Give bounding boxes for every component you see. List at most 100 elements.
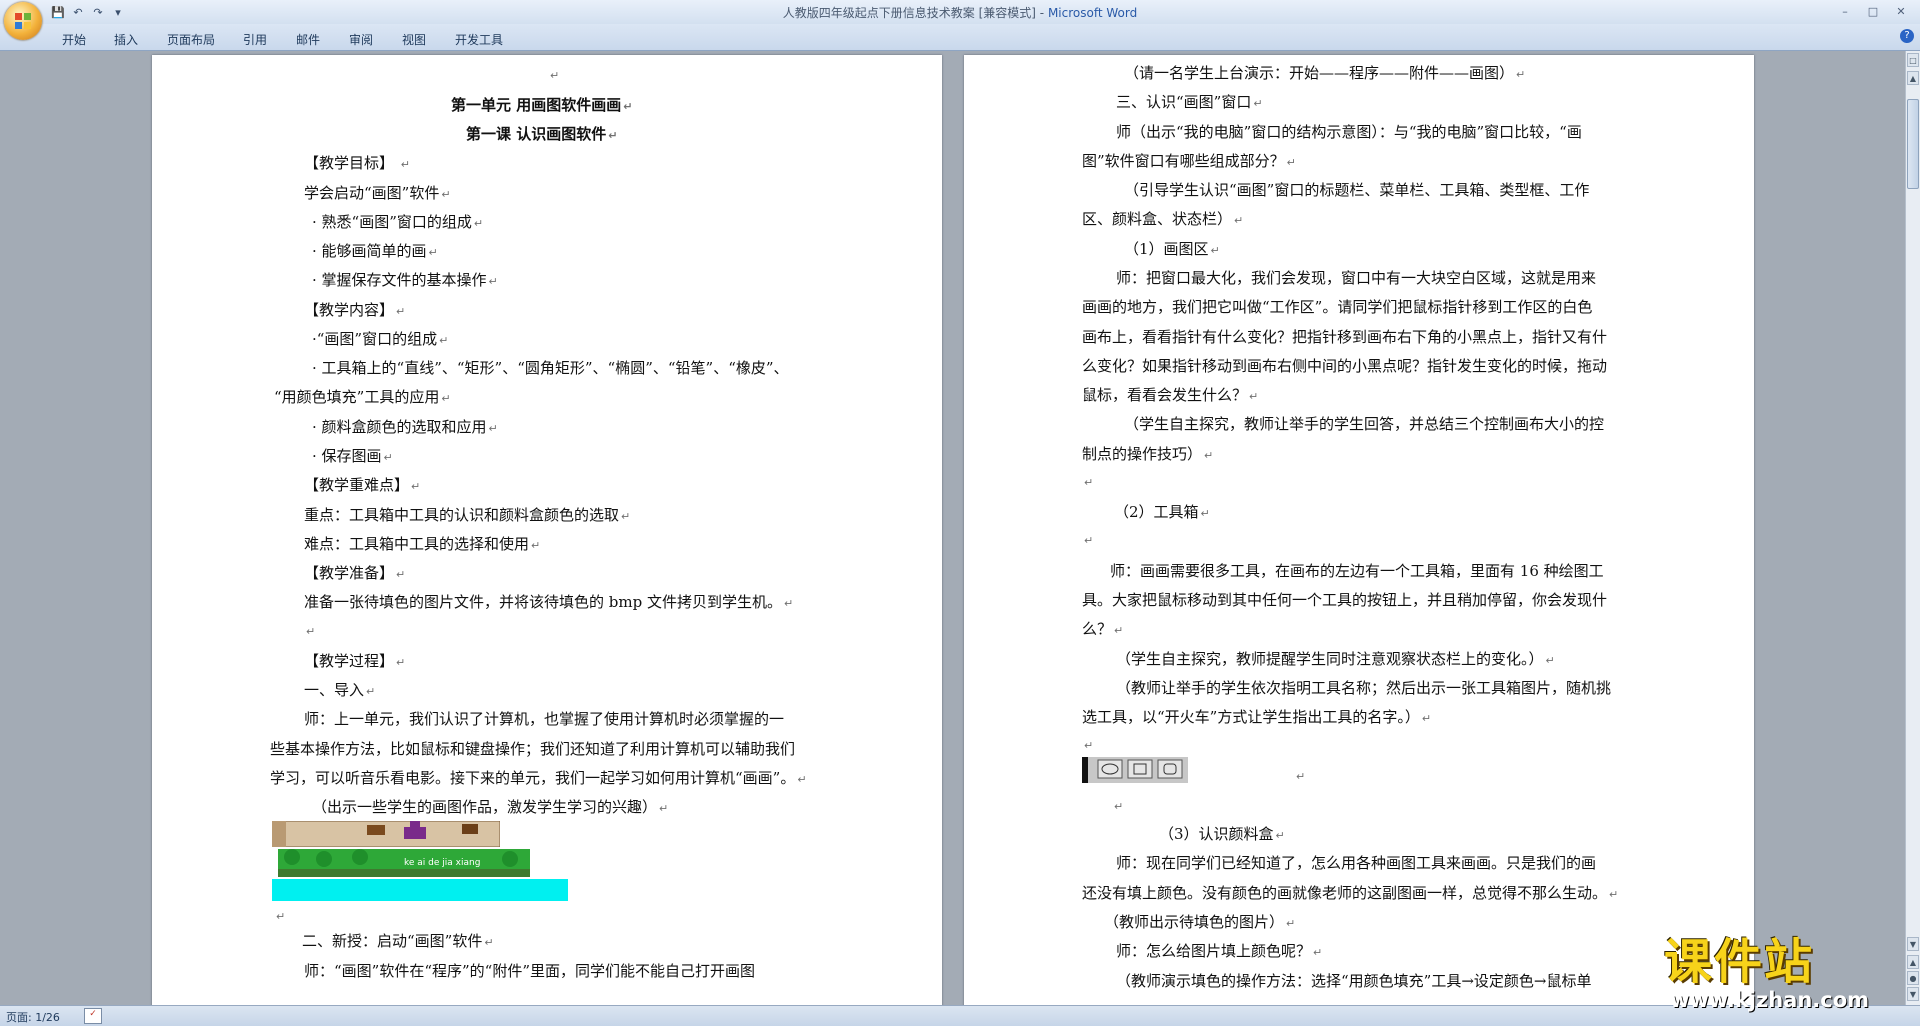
- title-separator: -: [1035, 6, 1048, 20]
- paragraph: （3）认识颜料盒 ↵: [1159, 825, 1285, 843]
- maximize-icon[interactable]: □: [1860, 2, 1886, 20]
- paragraph: （2）工具箱 ↵: [1114, 503, 1210, 521]
- proofing-icon[interactable]: ✓: [84, 1008, 102, 1024]
- select-browse-object-icon[interactable]: ●: [1907, 971, 1919, 985]
- close-icon[interactable]: ✕: [1888, 2, 1914, 20]
- paragraph: 师：现在同学们已经知道了，怎么用各种画图工具来画画。只是我们的画: [1116, 854, 1597, 872]
- paragraph: 准备一张待填色的图片文件，并将该待填色的 bmp 文件拷贝到学生机。 ↵: [304, 593, 794, 611]
- paragraph: 【教学过程】 ↵: [304, 652, 406, 670]
- paragraph: （学生自主探究，教师提醒学生同时注意观察状态栏上的变化。） ↵: [1116, 650, 1555, 668]
- paragraph: 师：上一单元，我们认识了计算机，也掌握了使用计算机时必须掌握的一: [304, 710, 785, 728]
- paragraph: 么？ ↵: [1082, 620, 1124, 638]
- paragraph: （请一名学生上台演示：开始——程序——附件——画图） ↵: [1124, 64, 1526, 82]
- scroll-down-icon[interactable]: ▼: [1907, 937, 1919, 951]
- paragraph: 师：怎么给图片填上颜色呢？ ↵: [1116, 942, 1323, 960]
- document-page-1[interactable]: ↵ 第一单元 用画图软件画画 ↵ 第一课 认识画图软件 ↵ 【教学目标】 ↵ 学会启…: [152, 55, 942, 1005]
- scrollbar-thumb[interactable]: [1907, 99, 1919, 189]
- paragraph: 师：画画需要很多工具，在画布的左边有一个工具箱，里面有 16 种绘图工: [1110, 562, 1604, 580]
- paragraph: · 颜料盒颜色的选取和应用 ↵: [312, 418, 498, 436]
- artwork-caption: ke ai de jia xiang: [404, 858, 480, 868]
- document-page-2[interactable]: （请一名学生上台演示：开始——程序——附件——画图） ↵ 三、认识“画图”窗口 ↵ …: [964, 55, 1754, 1005]
- paragraph-mark: ↵: [1114, 800, 1124, 813]
- paragraph: · 保存图画 ↵: [312, 447, 393, 465]
- paragraph: 师（出示“我的电脑”窗口的结构示意图）：与“我的电脑”窗口比较，“画: [1116, 123, 1582, 141]
- app-name: Microsoft Word: [1047, 6, 1138, 20]
- paragraph-mark: ↵: [550, 69, 560, 82]
- scroll-up-icon[interactable]: ▲: [1907, 71, 1919, 85]
- watermark-logo: 课件站 www.kjzhan.com: [1664, 922, 1904, 1012]
- vertical-scrollbar[interactable]: □ ▲ ▼ ▲ ● ▼: [1905, 51, 1920, 1005]
- student-artwork-image-top[interactable]: [271, 820, 501, 848]
- next-page-icon[interactable]: ▼: [1907, 987, 1919, 1001]
- tab-home[interactable]: 开始: [62, 31, 86, 48]
- artwork-middle-picture: ke ai de jia xiang: [278, 849, 530, 877]
- paragraph: “用颜色填充”工具的应用 ↵: [274, 388, 451, 406]
- paragraph-mark: ↵: [306, 625, 316, 638]
- paragraph: · 能够画简单的画 ↵: [312, 242, 438, 260]
- paragraph: 画画的地方，我们把它叫做“工作区”。请同学们把鼠标指针移到工作区的白色: [1082, 298, 1593, 316]
- paragraph: 还没有填上颜色。没有颜色的画就像老师的这副图画一样，总觉得不那么生动。 ↵: [1082, 884, 1619, 902]
- paragraph: · 工具箱上的“直线”、“矩形”、“圆角矩形”、“椭圆”、“铅笔”、“橡皮”、: [312, 359, 789, 377]
- tab-developer[interactable]: 开发工具: [455, 31, 503, 48]
- previous-page-icon[interactable]: ▲: [1907, 955, 1919, 969]
- paragraph: · 掌握保存文件的基本操作 ↵: [312, 271, 498, 289]
- paragraph: 一、导入 ↵: [304, 681, 376, 699]
- paragraph: · 熟悉“画图”窗口的组成 ↵: [312, 213, 484, 231]
- tab-page-layout[interactable]: 页面布局: [167, 31, 215, 48]
- paragraph: ·“画图”窗口的组成 ↵: [312, 330, 449, 348]
- paragraph: （出示一些学生的画图作品，激发学生学习的兴趣） ↵: [312, 798, 669, 816]
- document-workspace[interactable]: ↵ 第一单元 用画图软件画画 ↵ 第一课 认识画图软件 ↵ 【教学目标】 ↵ 学会启…: [0, 51, 1906, 1005]
- watermark-brand: 课件站: [1664, 934, 1815, 990]
- paragraph: 鼠标，看看会发生什么？ ↵: [1082, 386, 1259, 404]
- watermark-url: www.kjzhan.com: [1670, 988, 1870, 1012]
- paragraph: （教师演示填色的操作方法：选择“用颜色填充”工具→设定颜色→鼠标单: [1116, 972, 1592, 990]
- ruler-toggle-icon[interactable]: □: [1907, 53, 1919, 67]
- paragraph: 图”软件窗口有哪些组成部分？ ↵: [1082, 152, 1296, 170]
- toolbox-picture: [1082, 757, 1188, 783]
- paragraph: 学习，可以听音乐看电影。接下来的单元，我们一起学习如何用计算机“画画”。 ↵: [270, 769, 807, 787]
- title-bar: 💾 ↶ ↷ ▾ 人教版四年级起点下册信息技术教案 [兼容模式] - Micros…: [0, 0, 1920, 24]
- paragraph: 师：“画图”软件在“程序”的“附件”里面，同学们能不能自己打开画图: [304, 962, 756, 980]
- lesson-title: 第一课 认识画图软件 ↵: [466, 125, 618, 143]
- tab-mailings[interactable]: 邮件: [296, 31, 320, 48]
- paragraph: 画布上，看看指针有什么变化？把指针移到画布右下角的小黑点上，指针又有什: [1082, 328, 1608, 346]
- paragraph: （学生自主探究，教师让举手的学生回答，并总结三个控制画布大小的控: [1124, 415, 1605, 433]
- paragraph-mark: ↵: [276, 910, 286, 923]
- artwork-top-picture: [271, 820, 501, 848]
- paragraph: 难点：工具箱中工具的选择和使用 ↵: [304, 535, 541, 553]
- document-name: 人教版四年级起点下册信息技术教案 [兼容模式]: [782, 6, 1036, 20]
- paragraph: 【教学重难点】 ↵: [304, 476, 421, 494]
- paragraph: 【教学目标】 ↵: [304, 154, 410, 172]
- tab-insert[interactable]: 插入: [114, 31, 138, 48]
- paragraph: 制点的操作技巧） ↵: [1082, 445, 1214, 463]
- paragraph-mark: ↵: [1084, 739, 1094, 752]
- office-logo-icon: [15, 13, 31, 29]
- tab-view[interactable]: 视图: [402, 31, 426, 48]
- paragraph-mark: ↵: [1084, 534, 1094, 547]
- cyan-image-block[interactable]: [272, 879, 568, 901]
- unit-title: 第一单元 用画图软件画画 ↵: [451, 96, 633, 114]
- paragraph: 二、新授：启动“画图”软件 ↵: [302, 932, 494, 950]
- paragraph: 区、颜料盒、状态栏） ↵: [1082, 210, 1244, 228]
- paragraph: 【教学内容】 ↵: [304, 301, 406, 319]
- paragraph-mark: ↵: [1084, 476, 1094, 489]
- paragraph: 三、认识“画图”窗口 ↵: [1116, 93, 1263, 111]
- paragraph: 师：把窗口最大化，我们会发现，窗口中有一大块空白区域，这就是用来: [1116, 269, 1597, 287]
- paragraph: （教师让举手的学生依次指明工具名称；然后出示一张工具箱图片，随机挑: [1116, 679, 1612, 697]
- toolbox-image[interactable]: [1082, 757, 1188, 783]
- paragraph: 重点：工具箱中工具的认识和颜料盒颜色的选取 ↵: [304, 506, 631, 524]
- tab-review[interactable]: 审阅: [349, 31, 373, 48]
- window-controls: – □ ✕: [1832, 2, 1914, 20]
- office-button[interactable]: [4, 2, 42, 40]
- tab-references[interactable]: 引用: [243, 31, 267, 48]
- paragraph: 么变化？如果指针移动到画布右侧中间的小黑点呢？指针发生变化的时候，拖动: [1082, 357, 1608, 375]
- paragraph: （教师出示待填色的图片） ↵: [1104, 913, 1296, 931]
- ribbon-tabs: 开始 插入 页面布局 引用 邮件 审阅 视图 开发工具 ?: [0, 24, 1920, 51]
- page-counter[interactable]: 页面: 1/26: [6, 1009, 60, 1025]
- student-artwork-image-middle[interactable]: ke ai de jia xiang: [278, 849, 530, 877]
- paragraph: 学会启动“画图”软件 ↵: [304, 184, 451, 202]
- paragraph: 些基本操作方法，比如鼠标和键盘操作；我们还知道了利用计算机可以辅助我们: [270, 740, 796, 758]
- help-icon[interactable]: ?: [1900, 29, 1914, 43]
- minimize-icon[interactable]: –: [1832, 2, 1858, 20]
- paragraph: 【教学准备】 ↵: [304, 564, 406, 582]
